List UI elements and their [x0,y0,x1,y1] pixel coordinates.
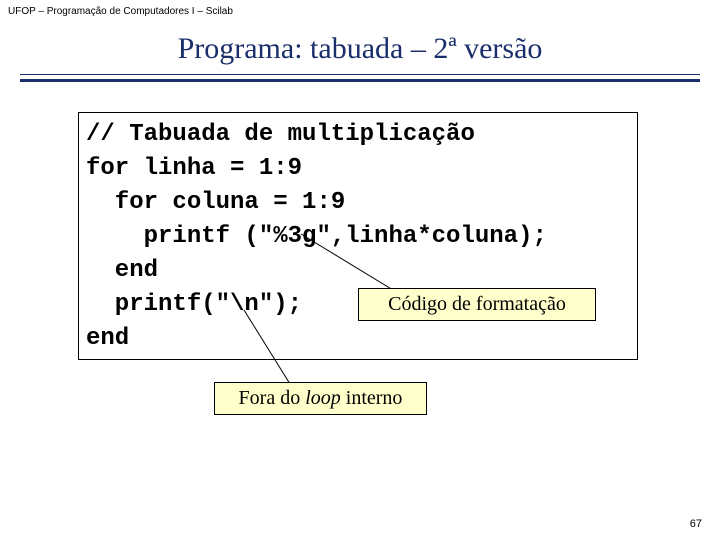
title-underline [20,74,700,82]
callout-format: Código de formatação [358,288,596,321]
code-line: for coluna = 1:9 [86,189,345,216]
code-line: for linha = 1:9 [86,155,302,182]
code-line: printf("\n"); [86,291,302,318]
callout-loop-italic: loop [305,387,341,409]
code-line: end [86,257,158,284]
callout-loop-suffix: interno [341,387,403,409]
course-header: UFOP – Programação de Computadores I – S… [8,6,233,17]
code-line: // Tabuada de multiplicação [86,121,475,148]
code-line: end [86,325,129,352]
code-line: printf ("%3g",linha*coluna); [86,223,547,250]
page-number: 67 [690,518,702,530]
callout-loop-prefix: Fora do [239,387,306,409]
slide-title: Programa: tabuada – 2ª versão [0,32,720,66]
callout-loop: Fora do loop interno [214,382,427,415]
